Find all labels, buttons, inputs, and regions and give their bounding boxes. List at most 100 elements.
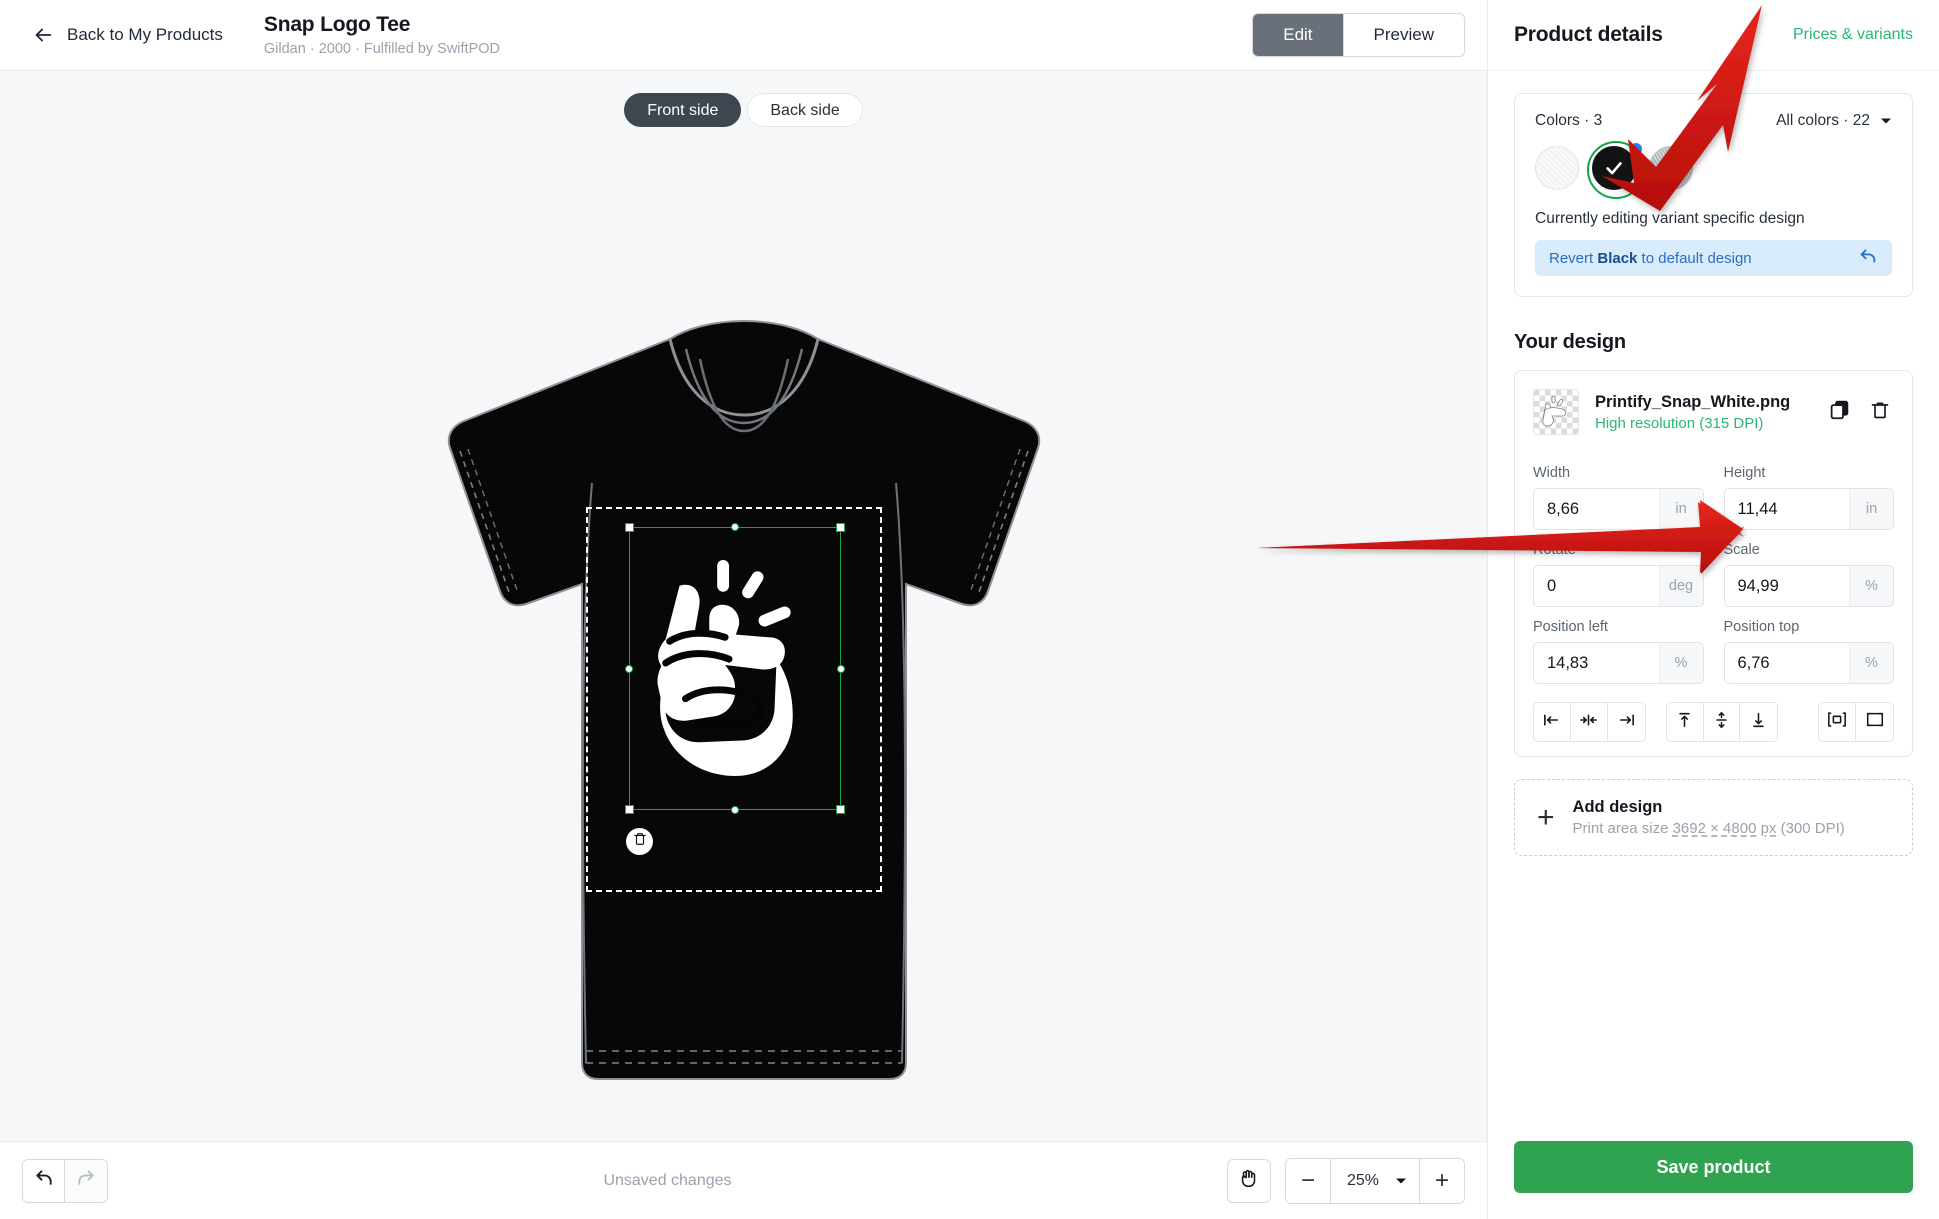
position-top-input[interactable] <box>1724 643 1849 683</box>
resize-handle-top-left[interactable] <box>625 523 634 532</box>
design-file-name: Printify_Snap_White.png <box>1595 392 1791 411</box>
zoom-stepper: − 25% + <box>1284 1157 1465 1204</box>
arrow-left-icon <box>32 24 54 46</box>
color-swatch-black[interactable] <box>1587 141 1645 199</box>
resize-handle-left[interactable] <box>625 664 633 673</box>
redo-icon <box>76 1168 96 1193</box>
copy-icon <box>1829 399 1850 425</box>
delete-design-button[interactable] <box>1870 400 1890 425</box>
field-label: Width <box>1533 465 1571 481</box>
back-to-my-products-button[interactable]: Back to My Products <box>22 18 229 52</box>
tab-back-side[interactable]: Back side <box>747 93 863 127</box>
delete-design-button[interactable] <box>626 828 653 855</box>
field-label: Scale <box>1723 542 1760 558</box>
align-middle-vertical-button[interactable] <box>1703 703 1741 741</box>
back-label: Back to My Products <box>67 25 223 44</box>
design-selection-box[interactable] <box>625 523 845 814</box>
field-input-wrap[interactable]: deg <box>1533 565 1704 607</box>
all-colors-label: All colors · 22 <box>1776 112 1870 129</box>
design-thumbnail <box>1533 389 1579 435</box>
prices-and-variants-link[interactable]: Prices & variants <box>1793 26 1913 44</box>
tab-preview[interactable]: Preview <box>1343 14 1464 56</box>
tab-edit[interactable]: Edit <box>1253 14 1344 56</box>
field-row-transform: Rotate deg Scale % <box>1533 542 1894 607</box>
revert-label: Revert Black to default design <box>1549 250 1752 267</box>
align-top-button[interactable] <box>1666 703 1704 741</box>
revert-variant-name: Black <box>1597 249 1638 267</box>
hand-icon <box>1238 1167 1260 1194</box>
duplicate-design-button[interactable] <box>1829 399 1850 425</box>
chevron-down-icon <box>1880 112 1892 130</box>
redo-button[interactable] <box>65 1159 107 1202</box>
fill-area-button[interactable] <box>1856 703 1893 741</box>
your-design-section-title: Your design <box>1514 331 1626 353</box>
resize-handle-right[interactable] <box>837 664 845 673</box>
zoom-in-button[interactable]: + <box>1420 1158 1464 1203</box>
colors-card: Colors · 3 All colors · 22 Currently edi… <box>1514 93 1913 297</box>
canvas-area[interactable]: Front side Back side <box>0 71 1487 1141</box>
alignment-toolbar <box>1533 702 1894 742</box>
pan-tool-button[interactable] <box>1226 1158 1271 1203</box>
revert-to-default-design-button[interactable]: Revert Black to default design <box>1535 240 1892 276</box>
align-center-horizontal-button[interactable] <box>1570 703 1608 741</box>
rotate-input[interactable] <box>1534 566 1659 606</box>
trash-icon <box>633 832 647 851</box>
resize-handle-top-right[interactable] <box>836 523 845 532</box>
print-area-suffix: (300 DPI) <box>1776 820 1845 837</box>
all-colors-dropdown[interactable]: All colors · 22 <box>1776 112 1892 130</box>
field-rotate: Rotate deg <box>1533 542 1704 607</box>
field-input-wrap[interactable]: in <box>1533 488 1704 530</box>
print-area-prefix: Print area size <box>1572 820 1673 837</box>
design-file-row: Printify_Snap_White.png High resolution … <box>1515 371 1912 453</box>
undo-icon <box>1858 248 1878 269</box>
shirt-mockup-wrap <box>0 127 1487 1141</box>
field-unit: % <box>1849 566 1893 606</box>
resize-handle-bottom-right[interactable] <box>836 805 845 814</box>
field-input-wrap[interactable]: % <box>1723 565 1894 607</box>
page-title: Snap Logo Tee <box>263 13 411 36</box>
zoom-out-button[interactable]: − <box>1285 1158 1330 1203</box>
mode-switch: Edit Preview <box>1252 13 1465 57</box>
position-left-input[interactable] <box>1534 643 1659 683</box>
field-unit: in <box>1849 489 1893 529</box>
swatch-fill <box>1649 146 1693 190</box>
save-status: Unsaved changes <box>603 1171 732 1189</box>
panel-title: Product details <box>1514 23 1663 46</box>
resize-handle-bottom-left[interactable] <box>625 805 634 814</box>
field-input-wrap[interactable]: % <box>1533 642 1704 684</box>
undo-button[interactable] <box>23 1159 65 1202</box>
add-design-button[interactable]: + Add design Print area size 3692 × 4800… <box>1514 779 1913 856</box>
revert-suffix: to default design <box>1637 249 1752 267</box>
zoom-level-select[interactable]: 25% <box>1329 1158 1420 1203</box>
align-right-button[interactable] <box>1607 703 1645 741</box>
color-swatch-white[interactable] <box>1535 146 1579 190</box>
scale-input[interactable] <box>1724 566 1849 606</box>
color-swatch-sport-grey[interactable] <box>1649 146 1693 190</box>
align-left-button[interactable] <box>1534 703 1571 741</box>
align-right-icon <box>1617 712 1636 733</box>
resize-handle-bottom[interactable] <box>731 806 739 814</box>
field-label: Position left <box>1533 619 1608 635</box>
field-row-position: Position left % Position top % <box>1533 619 1894 684</box>
field-input-wrap[interactable]: % <box>1723 642 1894 684</box>
panel-footer: Save product <box>1488 1141 1939 1219</box>
align-bottom-button[interactable] <box>1740 703 1778 741</box>
plus-icon: + <box>1537 800 1555 834</box>
product-editor-app: Back to My Products Snap Logo Tee Gildan… <box>0 0 1939 1219</box>
resize-handle-top[interactable] <box>731 523 739 531</box>
colors-header: Colors · 3 All colors · 22 <box>1535 112 1892 130</box>
field-unit: in <box>1658 489 1703 529</box>
tab-front-side[interactable]: Front side <box>624 93 742 127</box>
fit-to-area-button[interactable] <box>1819 703 1857 741</box>
add-design-title: Add design <box>1572 798 1663 816</box>
panel-header: Product details Prices & variants <box>1488 0 1939 71</box>
field-input-wrap[interactable]: in <box>1723 488 1894 530</box>
horizontal-align-group <box>1533 702 1646 742</box>
height-input[interactable] <box>1724 489 1849 529</box>
product-details-panel: Product details Prices & variants Colors… <box>1487 0 1939 1219</box>
swatch-fill <box>1592 146 1636 190</box>
width-input[interactable] <box>1534 489 1659 529</box>
fill-area-icon <box>1865 711 1885 733</box>
field-row-size: Width in Height in <box>1533 465 1894 530</box>
save-product-button[interactable]: Save product <box>1514 1141 1913 1193</box>
